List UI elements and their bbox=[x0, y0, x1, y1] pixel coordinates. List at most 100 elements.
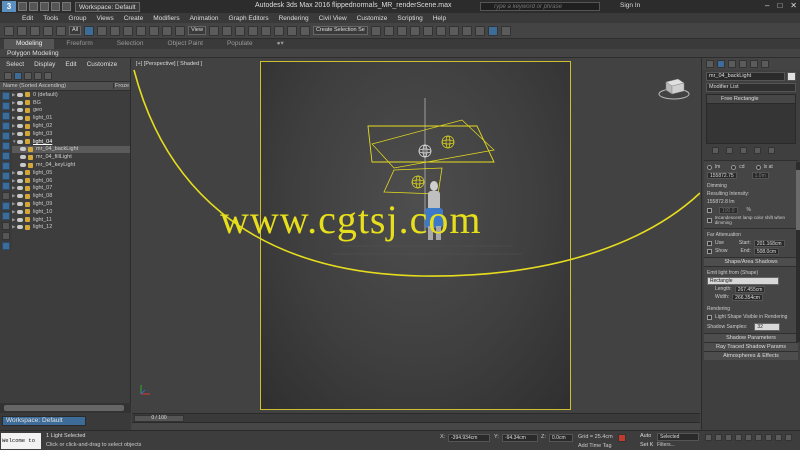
undo-button[interactable] bbox=[4, 25, 14, 36]
scrollbar-thumb[interactable] bbox=[796, 170, 800, 230]
menu-views[interactable]: Views bbox=[96, 15, 113, 22]
display-frozen-icon[interactable] bbox=[2, 202, 10, 210]
layer-row[interactable]: ▶ light_02 bbox=[12, 122, 130, 130]
ray-traced-shadow-rollout[interactable]: Ray Traced Shadow Params bbox=[704, 342, 798, 351]
track-bar[interactable] bbox=[132, 422, 700, 430]
shadow-parameters-rollout[interactable]: Shadow Parameters bbox=[704, 333, 798, 342]
visibility-icon[interactable] bbox=[17, 139, 23, 144]
add-time-tag-button[interactable]: Add Time Tag bbox=[578, 443, 612, 449]
align-icon[interactable] bbox=[383, 25, 394, 36]
menu-create[interactable]: Create bbox=[124, 15, 144, 22]
ribbon-options-icon[interactable]: ●▾ bbox=[265, 39, 296, 49]
set-key-icon[interactable] bbox=[618, 434, 626, 442]
display-shapes-icon[interactable] bbox=[2, 112, 10, 120]
layer-row[interactable]: ▶ BG bbox=[12, 99, 130, 107]
maximize-viewport-icon[interactable] bbox=[785, 434, 792, 441]
menu-group[interactable]: Group bbox=[68, 15, 86, 22]
unit-lm-radio[interactable] bbox=[707, 164, 712, 170]
open-file-icon[interactable] bbox=[29, 2, 38, 11]
display-children-icon[interactable] bbox=[2, 242, 10, 250]
material-editor-icon[interactable] bbox=[448, 25, 459, 36]
explorer-scrollbar[interactable] bbox=[0, 403, 131, 413]
visibility-icon[interactable] bbox=[17, 92, 23, 97]
motion-tab-icon[interactable] bbox=[739, 60, 747, 68]
visibility-icon[interactable] bbox=[17, 217, 23, 222]
pin-stack-icon[interactable] bbox=[712, 147, 719, 154]
link-icon[interactable] bbox=[30, 25, 40, 36]
explorer-menu-edit[interactable]: Edit bbox=[65, 61, 76, 68]
sign-in-button[interactable]: Sign In bbox=[620, 2, 640, 9]
keyboard-shortcut-icon[interactable] bbox=[234, 25, 245, 36]
modifier-list-dropdown[interactable]: Modifier List bbox=[706, 83, 796, 92]
display-geometry-icon[interactable] bbox=[2, 102, 10, 110]
visibility-icon[interactable] bbox=[17, 124, 23, 129]
display-none-icon[interactable] bbox=[2, 222, 10, 230]
pivot-center-icon[interactable] bbox=[208, 25, 219, 36]
stack-item[interactable]: Free Rectangle bbox=[707, 95, 795, 104]
move-icon[interactable] bbox=[136, 25, 147, 36]
render-iterative-icon[interactable] bbox=[500, 25, 511, 36]
display-groups-icon[interactable] bbox=[2, 162, 10, 170]
time-slider-thumb[interactable]: 0 / 100 bbox=[134, 415, 184, 422]
object-row[interactable]: mr_04_keyLight bbox=[12, 161, 130, 169]
layer-row[interactable]: ▼ light_04 bbox=[12, 138, 130, 146]
maximize-icon[interactable]: □ bbox=[777, 1, 782, 10]
select-by-name-icon[interactable] bbox=[97, 25, 108, 36]
redo-icon[interactable] bbox=[62, 2, 71, 11]
display-containers-icon[interactable] bbox=[2, 192, 10, 200]
ribbon-subtitle[interactable]: Polygon Modeling bbox=[0, 49, 800, 58]
menu-customize[interactable]: Customize bbox=[357, 15, 388, 22]
column-name[interactable]: Name (Sorted Ascending) bbox=[0, 83, 113, 89]
explorer-menu-customize[interactable]: Customize bbox=[87, 61, 118, 68]
intensity-value-field[interactable]: 155872.75 bbox=[707, 171, 737, 179]
display-hidden-icon[interactable] bbox=[2, 212, 10, 220]
save-file-icon[interactable] bbox=[40, 2, 49, 11]
viewport-label[interactable]: [+] [Perspective] [ Shaded ] bbox=[136, 61, 202, 67]
render-production-icon[interactable] bbox=[487, 25, 498, 36]
selection-filter-dropdown[interactable]: All bbox=[69, 26, 82, 35]
show-checkbox[interactable] bbox=[707, 248, 712, 254]
display-spacewarps-icon[interactable] bbox=[2, 152, 10, 160]
layer-row[interactable]: ▶ light_06 bbox=[12, 177, 130, 185]
snap-toggle-icon[interactable] bbox=[247, 25, 258, 36]
z-coord-field[interactable]: 0.0cm bbox=[549, 434, 573, 442]
minimize-icon[interactable]: – bbox=[765, 1, 769, 10]
reference-coord-dropdown[interactable]: View bbox=[188, 26, 206, 35]
menu-tools[interactable]: Tools bbox=[43, 15, 58, 22]
visibility-icon[interactable] bbox=[17, 100, 23, 105]
placement-icon[interactable] bbox=[175, 25, 186, 36]
rotate-icon[interactable] bbox=[149, 25, 160, 36]
select-manipulate-icon[interactable] bbox=[221, 25, 232, 36]
dim-checkbox[interactable] bbox=[707, 207, 712, 213]
layer-row[interactable]: ▶ light_12 bbox=[12, 224, 130, 232]
app-logo[interactable]: 3 bbox=[2, 1, 16, 12]
go-to-end-icon[interactable] bbox=[745, 434, 752, 441]
remove-modifier-icon[interactable] bbox=[754, 147, 761, 154]
layer-row[interactable]: ▶ light_09 bbox=[12, 200, 130, 208]
visibility-icon[interactable] bbox=[17, 209, 23, 214]
incandescent-checkbox[interactable] bbox=[707, 217, 712, 223]
display-cameras-icon[interactable] bbox=[2, 132, 10, 140]
spinner-snap-icon[interactable] bbox=[286, 25, 297, 36]
length-field[interactable]: 267.455cm bbox=[734, 285, 766, 293]
visibility-icon[interactable] bbox=[17, 170, 23, 175]
workspace-selector[interactable]: Workspace: Default bbox=[2, 416, 86, 426]
named-selection-dropdown[interactable]: Create Selection Se bbox=[312, 26, 368, 35]
y-coord-field[interactable]: -94.34cm bbox=[502, 434, 538, 442]
visibility-icon[interactable] bbox=[17, 202, 23, 207]
display-xrefs-icon[interactable] bbox=[2, 172, 10, 180]
ribbon-tab-object-paint[interactable]: Object Paint bbox=[156, 39, 215, 49]
end-field[interactable]: 508.0cm bbox=[753, 247, 779, 255]
shadow-samples-dropdown[interactable]: 32 bbox=[754, 323, 781, 331]
explorer-menu-display[interactable]: Display bbox=[34, 61, 55, 68]
new-scene-icon[interactable] bbox=[18, 2, 27, 11]
object-name-field[interactable]: mr_04_backLight bbox=[706, 72, 785, 81]
visibility-icon[interactable] bbox=[17, 186, 23, 191]
use-checkbox[interactable] bbox=[707, 240, 712, 246]
explorer-add-icon[interactable] bbox=[44, 71, 52, 80]
command-panel-scrollbar[interactable] bbox=[796, 162, 800, 342]
modify-tab-icon[interactable] bbox=[717, 60, 725, 68]
maxscript-listener[interactable]: Welcome to bbox=[1, 433, 41, 449]
ribbon-tab-freeform[interactable]: Freeform bbox=[54, 39, 104, 49]
menu-graph-editors[interactable]: Graph Editors bbox=[229, 15, 269, 22]
